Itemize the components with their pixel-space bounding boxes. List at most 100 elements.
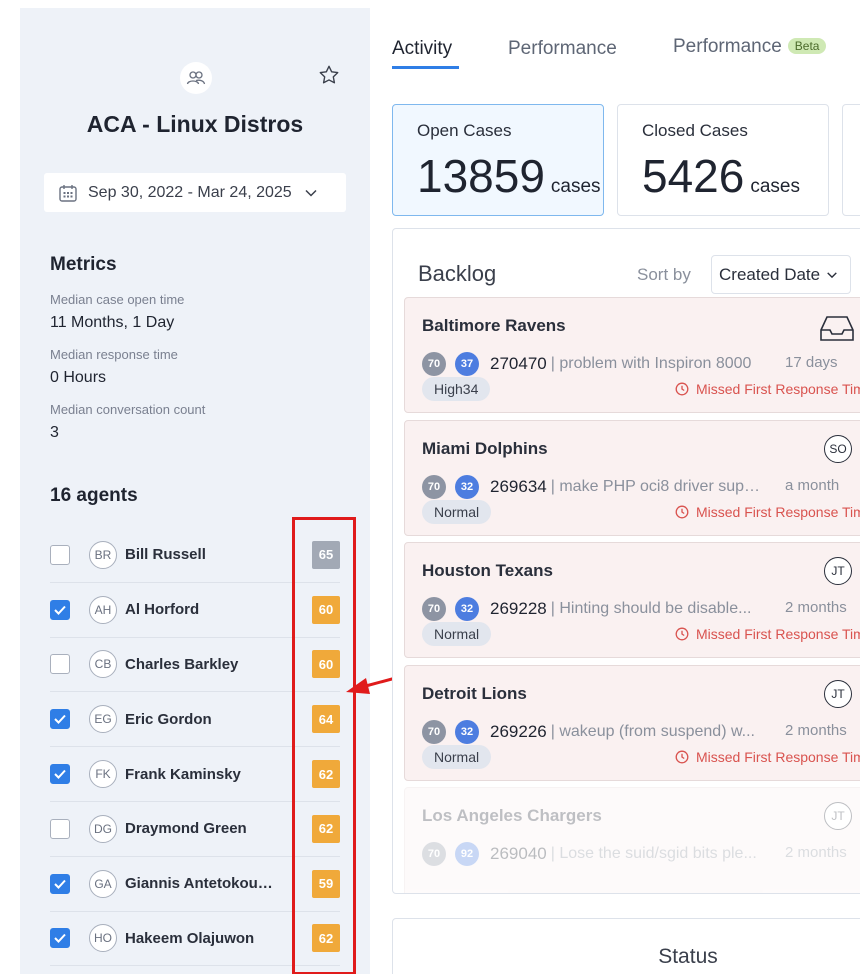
agent-checkbox[interactable] [50,818,70,839]
agent-checkbox[interactable] [50,654,70,675]
metrics-heading: Metrics [50,254,117,275]
avatar: AH [89,595,117,624]
agent-name: Al Horford [125,601,200,619]
agent-name: Giannis Antetokoun... [125,875,275,893]
date-range-picker[interactable]: Sep 30, 2022 - Mar 24, 2025 [44,173,346,212]
case-id[interactable]: 270470 [490,354,547,374]
case-score-badge: 70 [422,842,446,866]
closed-cases-card[interactable]: Closed Cases 5426 cases [617,104,829,216]
avatar: CB [89,650,117,679]
case-card[interactable]: Detroit Lions JT 70 32 269226 | wakeup (from … [404,665,860,781]
case-description: | make PHP oci8 driver supp... [550,478,761,495]
case-card[interactable]: Los Angeles Chargers JT 70 92 269040 | Lose t… [404,787,860,893]
tab-performance-beta-label: Performance [673,36,782,57]
check-icon [54,605,66,615]
case-card[interactable]: Miami Dolphins SO 70 32 269634 | make PHP oci… [404,420,860,536]
tab-performance[interactable]: Performance [508,38,617,60]
agent-name: Hakeem Olajuwon [125,929,255,947]
case-card[interactable]: Baltimore Ravens 70 37 270470 | problem with… [404,297,860,413]
agent-checkbox[interactable] [50,599,70,620]
case-age: 17 days [785,354,838,371]
sla-warning: Missed First Response Time [675,504,860,520]
calendar-icon [59,184,77,202]
clock-icon [675,382,689,396]
agent-checkbox[interactable] [50,544,70,565]
case-priority-score-badge: 32 [455,720,479,744]
case-id[interactable]: 269634 [490,477,547,497]
sort-select-value: Created Date [719,264,821,284]
avatar: FK [89,760,117,789]
open-cases-card[interactable]: Open Cases 13859 cases [392,104,604,216]
assignee-avatar: JT [824,557,852,585]
case-id[interactable]: 269228 [490,599,547,619]
clock-icon [675,750,689,764]
closed-cases-unit: cases [750,176,800,197]
assignee-avatar: JT [824,802,852,830]
sla-warning-text: Missed First Response Time [696,504,860,520]
sla-warning: Missed First Response Time [675,626,860,642]
case-customer-name: Houston Texans [422,561,553,580]
clock-icon [675,505,689,519]
inbox-icon [820,316,854,341]
stat-card-partial[interactable] [842,104,860,216]
agent-name: Eric Gordon [125,710,212,728]
metric-value: 3 [50,424,59,441]
agent-checkbox[interactable] [50,764,70,785]
status-card: Status [392,918,860,974]
date-range-text: Sep 30, 2022 - Mar 24, 2025 [88,183,292,201]
closed-cases-label: Closed Cases [642,121,748,140]
open-cases-count: 13859 [417,150,545,202]
case-description: | problem with Inspiron 8000 [550,355,752,372]
agent-checkbox[interactable] [50,928,70,949]
case-description: | wakeup (from suspend) w... [550,723,755,740]
check-icon [54,769,66,780]
tab-activity[interactable]: Activity [392,38,452,60]
tab-performance-beta[interactable]: Performance Beta [673,36,827,58]
agent-checkbox[interactable] [50,873,70,894]
clock-icon [675,627,689,641]
case-score-badge: 70 [422,720,446,744]
metric-label: Median response time [50,347,178,362]
sla-warning: Missed First Response Time [675,749,860,765]
agent-name: Frank Kaminsky [125,765,241,783]
open-cases-label: Open Cases [417,121,512,140]
case-priority-score-badge: 32 [455,597,479,621]
check-icon [54,879,66,889]
priority-badge: Normal [422,622,492,646]
case-id[interactable]: 269226 [490,722,547,742]
case-score-badge: 70 [422,597,446,621]
active-tab-indicator [392,66,459,69]
avatar: EG [89,705,117,734]
case-customer-name: Baltimore Ravens [422,316,566,335]
case-score-badge: 70 [422,475,446,499]
case-id[interactable]: 269040 [490,844,547,864]
agent-name: Draymond Green [125,820,247,838]
group-icon [180,62,212,94]
assignee-avatar: SO [824,435,852,463]
check-icon [54,715,66,725]
sla-warning: Missed First Response Time [675,381,860,397]
agent-checkbox[interactable] [50,709,70,730]
case-score-badge: 70 [422,352,446,376]
avatar: GA [89,869,117,898]
metric-value: 0 Hours [50,369,107,386]
case-customer-name: Detroit Lions [422,684,527,703]
agent-name: Bill Russell [125,546,206,564]
sort-select[interactable]: Created Date [711,255,851,294]
project-title: ACA - Linux Distros [86,111,304,137]
sla-warning-text: Missed First Response Time [696,626,860,642]
avatar: HO [89,924,117,953]
case-description: | Hinting should be disable... [550,600,752,617]
case-card[interactable]: Houston Texans JT 70 32 269228 | Hinting shou… [404,542,860,658]
case-age: a month [785,477,840,494]
beta-badge: Beta [787,38,827,54]
priority-badge: Normal [422,745,492,769]
avatar: BR [89,540,117,569]
agent-name: Charles Barkley [125,655,239,673]
sort-by-label: Sort by [637,265,691,284]
check-icon [54,934,66,944]
chevron-down-icon [305,189,317,197]
backlog-panel: Backlog Sort by Created Date Baltimore R… [392,228,860,894]
score-highlight-box [292,517,356,974]
star-icon[interactable] [316,62,342,88]
